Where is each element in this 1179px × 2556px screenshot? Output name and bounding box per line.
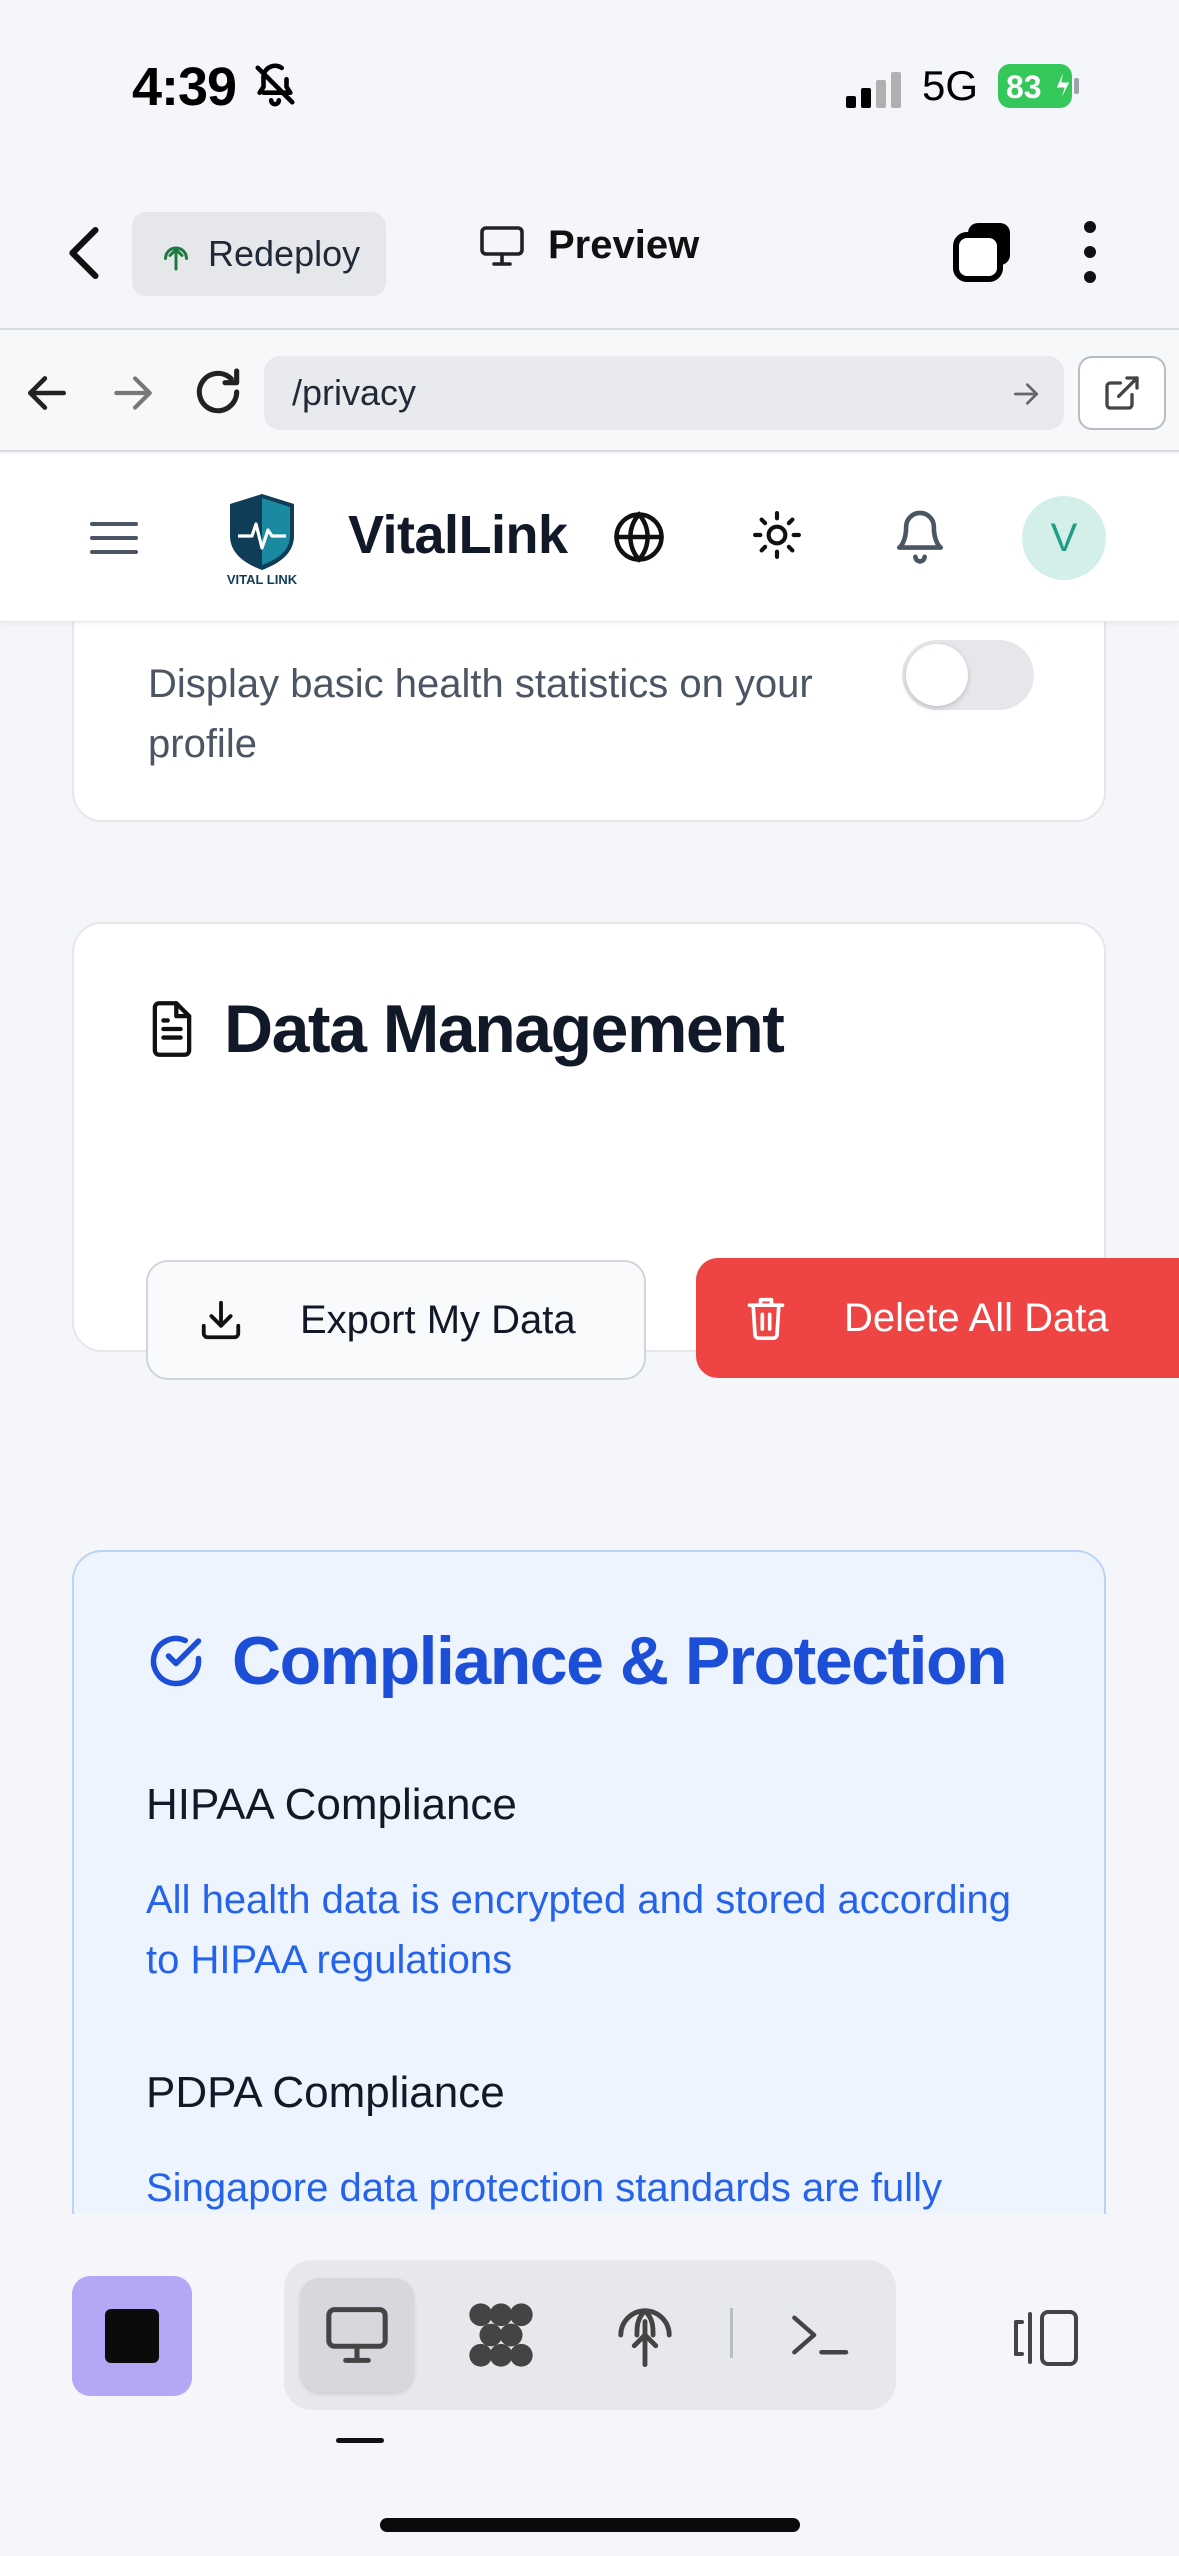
preview-label: Preview xyxy=(548,223,700,267)
app-header: VITAL LINK VitalLink V xyxy=(0,454,1179,622)
logo-text: VITAL LINK xyxy=(227,572,298,587)
privacy-content: Display basic health statistics on your … xyxy=(0,622,1179,2214)
more-vertical-icon[interactable] xyxy=(1070,217,1110,287)
sun-icon[interactable] xyxy=(752,510,802,560)
compliance-item-description: Singapore data protection standards are … xyxy=(146,2166,943,2210)
redeploy-label: Redeploy xyxy=(208,233,361,274)
compliance-item-title: HIPAA Compliance xyxy=(146,1780,517,1829)
compliance-header: Compliance & Protection xyxy=(146,1622,1008,1700)
health-stats-toggle[interactable] xyxy=(902,640,1034,710)
ide-toolbar: Redeploy Preview xyxy=(0,175,1179,330)
arrow-right-icon[interactable] xyxy=(108,368,158,418)
url-path: /privacy xyxy=(292,372,417,413)
view-switcher xyxy=(284,2260,896,2410)
data-management-title: Data Management xyxy=(224,991,785,1067)
avatar[interactable]: V xyxy=(1022,496,1106,580)
tabs-icon[interactable] xyxy=(950,219,1016,285)
check-circle-icon xyxy=(150,1635,202,1687)
deployments-tab[interactable] xyxy=(588,2278,702,2392)
deploy-icon xyxy=(618,2308,672,2368)
app-title: VitalLink xyxy=(348,505,568,565)
data-management-header: Data Management xyxy=(146,990,785,1068)
compliance-title: Compliance & Protection xyxy=(232,1623,1008,1699)
health-stats-description: Display basic health statistics on your … xyxy=(148,662,813,766)
preview-tab[interactable]: Preview xyxy=(478,223,699,268)
globe-icon[interactable] xyxy=(612,510,666,564)
monitor-icon xyxy=(480,225,524,266)
health-stats-card: Display basic health statistics on your … xyxy=(72,622,1106,822)
home-indicator xyxy=(380,2518,800,2532)
url-input[interactable]: /privacy xyxy=(264,356,1064,430)
download-icon xyxy=(201,1300,241,1340)
redeploy-button[interactable]: Redeploy xyxy=(132,212,386,296)
arrow-left-icon[interactable] xyxy=(22,368,72,418)
toggle-knob xyxy=(906,644,968,706)
workflows-tab[interactable] xyxy=(444,2278,558,2392)
export-data-label: Export My Data xyxy=(300,1297,576,1342)
signal-icon xyxy=(846,72,901,108)
shell-tab[interactable] xyxy=(762,2278,876,2392)
url-bar: /privacy xyxy=(0,332,1179,452)
monitor-icon xyxy=(326,2307,388,2363)
compliance-item-title: PDPA Compliance xyxy=(146,2068,505,2117)
battery-charging-icon: 83 xyxy=(998,64,1079,108)
file-text-icon xyxy=(152,1001,192,1057)
external-link-icon xyxy=(1105,376,1139,410)
stop-icon xyxy=(105,2309,159,2363)
export-data-button[interactable]: Export My Data xyxy=(146,1260,646,1380)
compliance-item-description: All health data is encrypted and stored … xyxy=(146,1878,1011,1982)
delete-all-data-button[interactable]: Delete All Data xyxy=(696,1258,1179,1378)
delete-all-data-label: Delete All Data xyxy=(844,1295,1109,1340)
panel-icon[interactable] xyxy=(1010,2306,1082,2370)
segment-divider xyxy=(730,2308,733,2358)
reload-icon[interactable] xyxy=(190,364,246,420)
status-time: 4:39 xyxy=(132,57,237,117)
bottom-toolbar xyxy=(0,2214,1179,2556)
battery-level: 83 xyxy=(1006,69,1042,105)
active-tab-indicator xyxy=(336,2438,384,2443)
open-external-button[interactable] xyxy=(1078,356,1166,430)
bell-slash-icon xyxy=(255,63,295,107)
network-type: 5G xyxy=(922,62,979,109)
vitallink-logo: VITAL LINK xyxy=(227,494,298,587)
webview-tab[interactable] xyxy=(300,2278,414,2392)
terminal-icon xyxy=(792,2315,849,2355)
bell-icon[interactable] xyxy=(892,506,948,566)
redeploy-icon xyxy=(164,246,188,271)
go-arrow-icon[interactable] xyxy=(1010,378,1042,410)
stop-button[interactable] xyxy=(72,2276,192,2396)
workflows-icon xyxy=(469,2303,533,2367)
compliance-card: Compliance & Protection HIPAA Compliance… xyxy=(72,1550,1106,2214)
chevron-left-icon[interactable] xyxy=(60,223,110,283)
menu-icon[interactable] xyxy=(88,518,140,558)
status-bar: 4:39 5G 83 xyxy=(0,0,1179,175)
trash-icon xyxy=(747,1297,785,1340)
